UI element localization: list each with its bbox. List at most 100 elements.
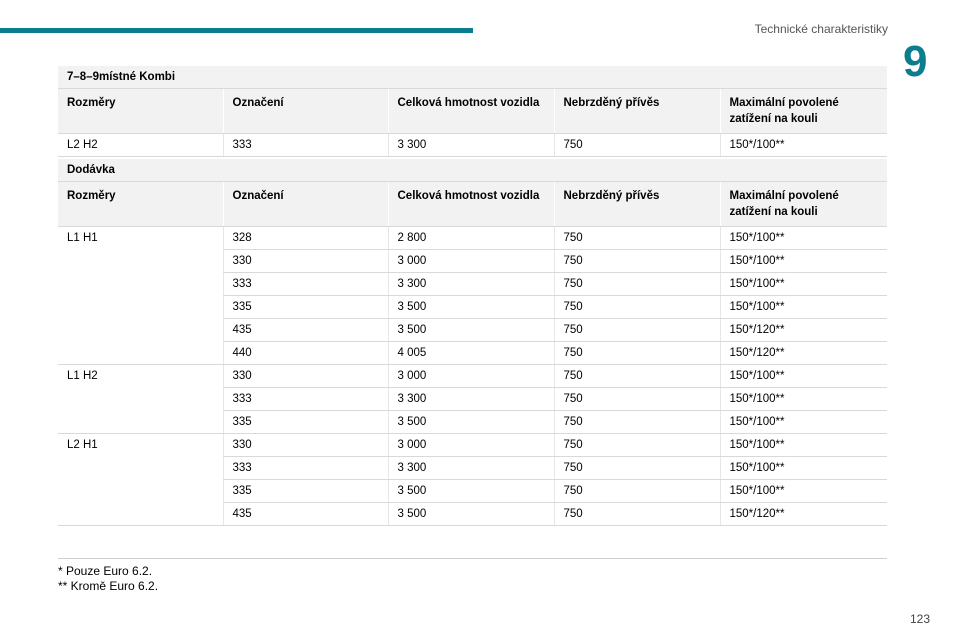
table-cell: 3 500 [387,318,554,342]
table-row: 330 3 000 750 150*/100** [58,249,887,273]
column-header-row: Rozměry Označení Celková hmotnost vozidl… [58,88,887,134]
table-cell [58,457,223,480]
table-cell [58,341,223,365]
table-cell: 3 500 [387,479,554,503]
table-cell: 150*/100** [719,249,887,273]
table-cell: 330 [222,249,388,273]
table-cell: 750 [553,272,720,296]
table-row: L2 H2 333 3 300 750 150*/100** [58,133,887,157]
column-header: Nebrzděný přívěs [553,181,720,227]
table-row: 435 3 500 750 150*/120** [58,502,887,526]
footnote-divider [58,558,887,559]
column-header: Maximální povolené zatížení na kouli [719,88,887,134]
table-cell: 333 [222,133,388,157]
table-row: L1 H1 328 2 800 750 150*/100** [58,226,887,250]
table-row: 335 3 500 750 150*/100** [58,295,887,319]
table-dodavka-body: Dodávka Rozměry Označení Celková hmotnos… [58,159,887,526]
table-cell: L1 H2 [67,370,98,383]
table-cell [58,319,223,342]
table-cell: 333 [222,272,388,296]
column-header: Celková hmotnost vozidla [387,88,554,134]
table-dodavka: Dodávka Rozměry Označení Celková hmotnos… [58,159,887,526]
footnote: * Pouze Euro 6.2. [58,564,153,578]
table-cell: 333 [222,387,388,411]
table-cell: 150*/120** [719,318,887,342]
table-cell: 335 [222,410,388,434]
table-cell: 750 [553,433,720,457]
table-row: 333 3 300 750 150*/100** [58,456,887,480]
table-cell: 750 [553,479,720,503]
table-cell: 330 [222,364,388,388]
table-cell: 333 [222,456,388,480]
table-cell: 750 [553,456,720,480]
table-cell: 3 500 [387,410,554,434]
table-cell: 150*/100** [719,433,887,457]
table-cell: 4 005 [387,341,554,365]
table-cell: 3 300 [387,272,554,296]
table-cell: 150*/100** [719,410,887,434]
table-cell: 150*/100** [719,387,887,411]
table-cell: 750 [553,364,720,388]
column-header: Označení [222,88,388,134]
column-header: Maximální povolené zatížení na kouli [719,181,887,227]
table-cell: 150*/100** [719,456,887,480]
table-cell: 750 [553,318,720,342]
column-header: Rozměry [58,88,223,134]
column-header: Nebrzděný přívěs [553,88,720,134]
table-cell: 150*/100** [719,226,887,250]
table-cell: 3 500 [387,502,554,526]
table-cell: 328 [222,226,388,250]
table-cell: 750 [553,341,720,365]
table-cell: 750 [553,295,720,319]
table-cell: 150*/100** [719,133,887,157]
table-cell: 440 [222,341,388,365]
table-row: L2 H1 330 3 000 750 150*/100** [58,433,887,457]
table-cell [58,273,223,296]
table-cell: 335 [222,295,388,319]
table-cell: L2 H2 [58,133,223,157]
table-row: 435 3 500 750 150*/120** [58,318,887,342]
table-cell: 750 [553,410,720,434]
table-cell: 3 500 [387,295,554,319]
table-cell: 150*/100** [719,364,887,388]
column-header: Označení [222,181,388,227]
table-cell: 2 800 [387,226,554,250]
table-cell [58,296,223,319]
table-cell: 3 300 [387,456,554,480]
column-header: Rozměry [58,181,223,227]
table-title: Dodávka [58,159,887,182]
table-cell: 335 [222,479,388,503]
table-cell: L1 H1 [67,232,98,245]
table-cell: 3 000 [387,364,554,388]
table-row: 335 3 500 750 150*/100** [58,479,887,503]
footnote: ** Kromě Euro 6.2. [58,579,159,593]
table-row: 335 3 500 750 150*/100** [58,410,887,434]
table-cell: 150*/120** [719,341,887,365]
table-title-row: Dodávka [58,159,887,182]
table-cell: 150*/120** [719,502,887,526]
table-cell: 150*/100** [719,295,887,319]
section-title: Technické charakteristiky [754,22,888,36]
column-header-row: Rozměry Označení Celková hmotnost vozidl… [58,181,887,227]
table-cell: 750 [553,133,720,157]
column-header: Celková hmotnost vozidla [387,181,554,227]
table-cell [58,480,223,503]
chapter-number: 9 [903,37,928,86]
table-cell: 750 [553,387,720,411]
table-cell: 435 [222,502,388,526]
table-cell [58,388,223,411]
table-row: 333 3 300 750 150*/100** [58,272,887,296]
table-kombi: 7–8–9místné Kombi Rozměry Označení Celko… [58,66,887,157]
table-cell: L2 H1 [67,439,98,452]
table-row: L1 H2 330 3 000 750 150*/100** [58,364,887,388]
table-title-row: 7–8–9místné Kombi [58,66,887,89]
table-cell: 750 [553,502,720,526]
table-cell: 3 300 [387,387,554,411]
table-title: 7–8–9místné Kombi [58,66,887,89]
table-cell: 3 300 [387,133,554,157]
table-cell: 3 000 [387,249,554,273]
table-cell: 750 [553,226,720,250]
table-cell [58,502,223,526]
page-number: 123 [909,612,930,626]
table-row: 440 4 005 750 150*/120** [58,341,887,365]
